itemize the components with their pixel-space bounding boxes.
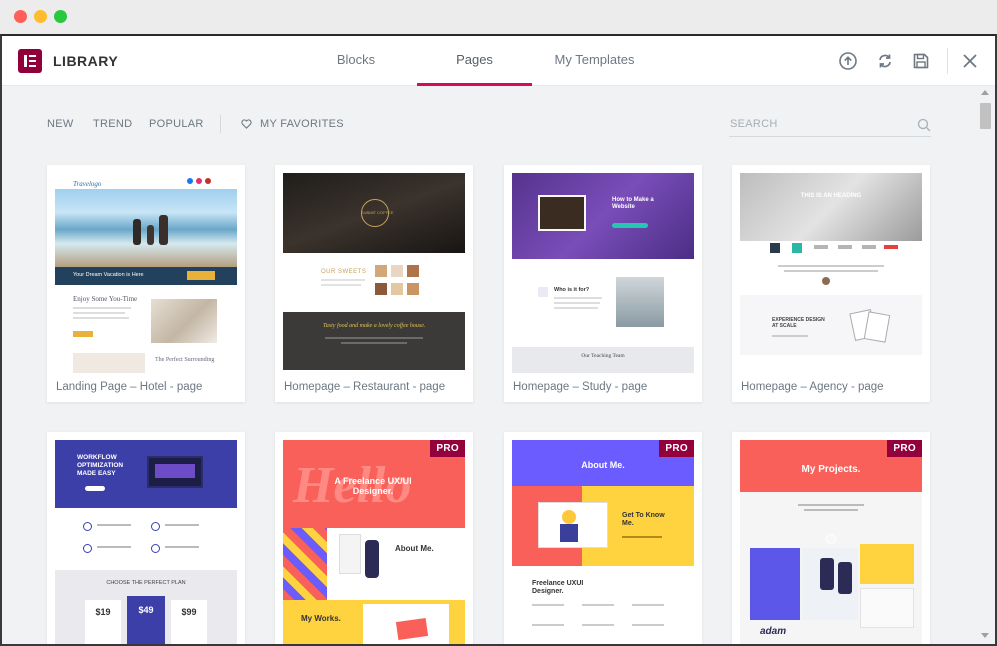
save-icon[interactable] — [911, 51, 931, 71]
filter-my-favorites[interactable]: MY FAVORITES — [260, 118, 344, 130]
pro-badge: PRO — [887, 440, 922, 457]
template-card[interactable]: WORKFLOW OPTIMIZATION MADE EASY CHOOSE T… — [47, 432, 245, 644]
template-thumbnail: My Projects. adam PRO — [740, 440, 922, 644]
filter-divider — [220, 115, 221, 133]
close-window-button[interactable] — [14, 10, 27, 23]
maximize-window-button[interactable] — [54, 10, 67, 23]
template-card[interactable]: How to Make a Website Who is it for? Our… — [504, 165, 702, 402]
elementor-logo-icon — [18, 49, 42, 73]
search-placeholder: SEARCH — [730, 118, 778, 130]
template-card[interactable]: Hello A Freelance UX/UI Designer. About … — [275, 432, 473, 644]
template-thumbnail: How to Make a Website Who is it for? Our… — [512, 173, 694, 373]
pro-badge: PRO — [430, 440, 465, 457]
search-icon[interactable] — [917, 118, 931, 132]
template-thumbnail: SUBMIT COFFEE OUR SWEETS Tasty food and … — [283, 173, 465, 373]
template-thumbnail: About Me. Get To Know Me. Freelance UXUI… — [512, 440, 694, 644]
close-icon[interactable] — [960, 51, 980, 71]
template-title: Landing Page – Hotel - page — [56, 381, 203, 393]
header-divider — [947, 48, 948, 74]
template-card[interactable]: About Me. Get To Know Me. Freelance UXUI… — [504, 432, 702, 644]
scroll-up-icon[interactable] — [981, 90, 989, 95]
template-title: Homepage – Restaurant - page — [284, 381, 446, 393]
library-title: LIBRARY — [53, 53, 119, 69]
minimize-window-button[interactable] — [34, 10, 47, 23]
tab-pages[interactable]: Pages — [417, 36, 532, 86]
tab-my-templates[interactable]: My Templates — [542, 36, 647, 86]
template-card[interactable]: My Projects. adam PRO — [732, 432, 930, 644]
window-titlebar — [0, 0, 997, 34]
pro-badge: PRO — [659, 440, 694, 457]
heart-icon[interactable] — [241, 119, 252, 132]
tab-blocks[interactable]: Blocks — [312, 36, 400, 86]
library-header: LIBRARY Blocks Pages My Templates — [2, 36, 995, 86]
template-thumbnail: THIS IS AN HEADING EXPERIENCE DESIGN AT … — [740, 173, 922, 373]
upload-icon[interactable] — [838, 51, 858, 71]
template-thumbnail: Hello A Freelance UX/UI Designer. About … — [283, 440, 465, 644]
template-card[interactable]: Travelogo Your Dream Vacation is Here En… — [47, 165, 245, 402]
scroll-thumb[interactable] — [980, 103, 991, 129]
filter-trend[interactable]: TREND — [93, 118, 132, 130]
filter-popular[interactable]: POPULAR — [149, 118, 204, 130]
template-title: Homepage – Agency - page — [741, 381, 884, 393]
template-card[interactable]: THIS IS AN HEADING EXPERIENCE DESIGN AT … — [732, 165, 930, 402]
search-input[interactable]: SEARCH — [729, 113, 931, 137]
template-thumbnail: WORKFLOW OPTIMIZATION MADE EASY CHOOSE T… — [55, 440, 237, 644]
sync-icon[interactable] — [875, 51, 895, 71]
scroll-down-icon[interactable] — [981, 633, 989, 638]
template-thumbnail: Travelogo Your Dream Vacation is Here En… — [55, 173, 237, 373]
filter-new[interactable]: NEW — [47, 118, 74, 130]
template-title: Homepage – Study - page — [513, 381, 648, 393]
template-card[interactable]: SUBMIT COFFEE OUR SWEETS Tasty food and … — [275, 165, 473, 402]
scrollbar[interactable] — [976, 86, 995, 644]
